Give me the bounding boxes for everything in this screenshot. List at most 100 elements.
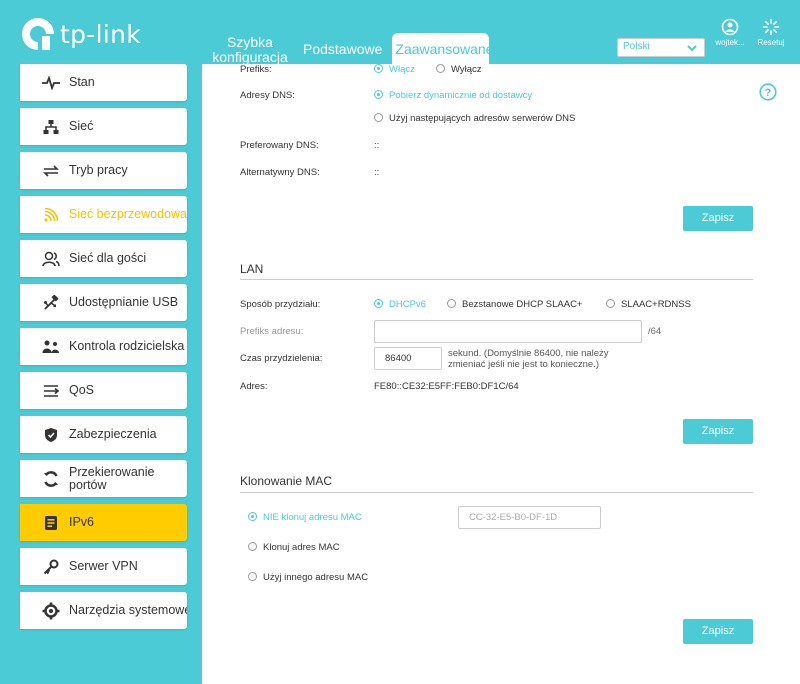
mac-clone-radio[interactable]: Klonuj adres MAC [248,542,340,553]
tp-link-logo-icon [22,18,54,50]
mac-divider [240,492,753,493]
reset-button[interactable]: Resetuj [751,18,791,47]
radio-selected-icon [374,64,383,73]
preferred-dns-label: Preferowany DNS: [240,140,319,151]
sidebar-item-label: QoS [69,383,95,397]
sidebar-item-label: Tryb pracy [69,163,128,177]
sidebar-item-label: Stan [69,75,95,89]
gear-icon [42,602,60,620]
swap-arrows-icon [42,162,60,180]
chevron-down-icon [687,45,697,52]
sidebar-item-label: Narzędzia systemowe [69,603,187,617]
assign-stateless-radio[interactable]: Bezstanowe DHCP SLAAC+ [447,299,582,310]
mac-section-title: Klonowanie MAC [240,474,333,488]
sidebar-item-label: Serwer VPN [69,559,138,573]
reset-icon [762,18,780,36]
sidebar-item-label: Udostępnianie USB [69,295,179,309]
tab-advanced[interactable]: Zaawansowane [392,33,493,65]
lease-time-label: Czas przydzielenia: [240,353,323,364]
vpn-key-icon [42,558,60,576]
brand-name: tp-link [60,19,142,49]
reset-label: Resetuj [757,38,785,47]
radio-icon [436,64,445,73]
sidebar-item-ipv6[interactable]: IPv6 [20,504,187,541]
dns-dynamic-radio[interactable]: Pobierz dynamicznie od dostawcy [374,90,532,101]
qos-icon [42,382,60,400]
lease-time-input[interactable]: 86400 [374,347,442,370]
prefix-disable-radio[interactable]: Wyłącz [436,64,482,75]
sidebar-item-parental-control[interactable]: Kontrola rodzicielska [20,328,187,365]
assign-dhcpv6-label: DHCPv6 [389,299,426,310]
sidebar-item-label: Sieć bezprzewodowa [68,207,187,221]
tp-link-logo[interactable]: tp-link [20,16,141,52]
address-label: Adres: [240,381,268,392]
prefix-disable-label: Wyłącz [451,64,482,75]
address-prefix-input[interactable] [374,320,642,343]
sidebar: Stan Sieć Tryb pracy Sieć bezprzewodowa … [20,64,187,636]
prefix-enable-radio[interactable]: Włącz [374,64,415,75]
sidebar-item-label: Sieć [69,119,94,133]
alternate-dns-label: Alternatywny DNS: [240,167,320,178]
radio-selected-icon [248,512,257,521]
lan-divider [240,279,753,280]
sidebar-item-usb-sharing[interactable]: Udostępnianie USB [20,284,187,321]
address-prefix-label: Prefiks adresu: [240,326,304,337]
radio-icon [374,113,383,122]
tab-quick-setup[interactable]: Szybka konfiguracja [205,35,295,65]
main-panel: ? Prefiks: Włącz Wyłącz Adresy DNS: Pobi… [202,64,800,684]
sidebar-item-network[interactable]: Sieć [20,108,187,145]
sidebar-item-guest-network[interactable]: Sieć dla gości [20,240,187,277]
sidebar-item-status[interactable]: Stan [20,64,187,101]
prefix-length-label: /64 [648,326,662,337]
sidebar-item-label: Kontrola rodzicielska [69,339,185,353]
radio-icon [248,542,257,551]
language-value: Polski [623,41,650,52]
user-label: wojtek... [715,38,745,47]
lan-save-button[interactable]: Zapisz [683,419,753,444]
guests-icon [42,250,60,268]
mac-no-clone-radio[interactable]: NIE klonuj adresu MAC [248,512,362,523]
mac-custom-radio[interactable]: Użyj innego adresu MAC [248,572,368,583]
user-button[interactable]: wojtek... [710,18,750,47]
sidebar-item-label: IPv6 [69,515,95,529]
radio-selected-icon [374,90,383,99]
user-icon [721,18,739,36]
dns-manual-label: Użyj następujących adresów serwerów DNS [389,113,576,124]
wifi-icon [42,206,60,224]
address-value: FE80::CE32:E5FF:FEB0:DF1C/64 [374,381,519,392]
ipv6-icon [42,514,60,532]
assign-stateless-label: Bezstanowe DHCP SLAAC+ [462,299,583,310]
sidebar-item-system-tools[interactable]: Narzędzia systemowe [20,592,187,629]
assign-slaac-label: SLAAC+RDNSS [621,299,691,310]
mac-custom-label: Użyj innego adresu MAC [263,572,369,583]
dns-label: Adresy DNS: [240,90,295,101]
sidebar-item-security[interactable]: Zabezpieczenia [20,416,187,453]
radio-icon [606,299,615,308]
svg-text:?: ? [765,87,772,99]
assign-dhcpv6-radio[interactable]: DHCPv6 [374,299,426,310]
alternate-dns-value: :: [374,167,380,178]
tab-basic[interactable]: Podstawowe [299,42,386,65]
mac-save-button[interactable]: Zapisz [683,619,753,644]
sidebar-item-wireless[interactable]: Sieć bezprzewodowa [20,196,187,233]
mac-no-clone-label: NIE klonuj adresu MAC [263,512,362,523]
preferred-dns-value: :: [374,140,380,151]
assign-type-label: Sposób przydziału: [240,299,321,310]
mac-address-input[interactable]: CC-32-E5-B0-DF-1D [458,506,601,529]
sidebar-item-qos[interactable]: QoS [20,372,187,409]
sidebar-item-operation-mode[interactable]: Tryb pracy [20,152,187,189]
save-button[interactable]: Zapisz [683,206,753,231]
language-select[interactable]: Polski [617,38,705,57]
top-navigation: Szybka konfiguracja Podstawowe Zaawansow… [205,33,493,65]
sidebar-item-port-forwarding[interactable]: Przekierowanie portów [20,460,187,497]
assign-slaac-radio[interactable]: SLAAC+RDNSS [606,299,691,310]
network-icon [42,118,60,136]
lease-time-hint: sekund. (Domyślnie 86400, nie należy zmi… [448,348,609,370]
sidebar-item-vpn-server[interactable]: Serwer VPN [20,548,187,585]
family-icon [42,338,60,356]
shield-icon [42,426,60,444]
radio-icon [248,572,257,581]
dns-manual-radio[interactable]: Użyj następujących adresów serwerów DNS [374,113,575,124]
radio-selected-icon [374,299,383,308]
help-icon[interactable]: ? [759,83,777,101]
